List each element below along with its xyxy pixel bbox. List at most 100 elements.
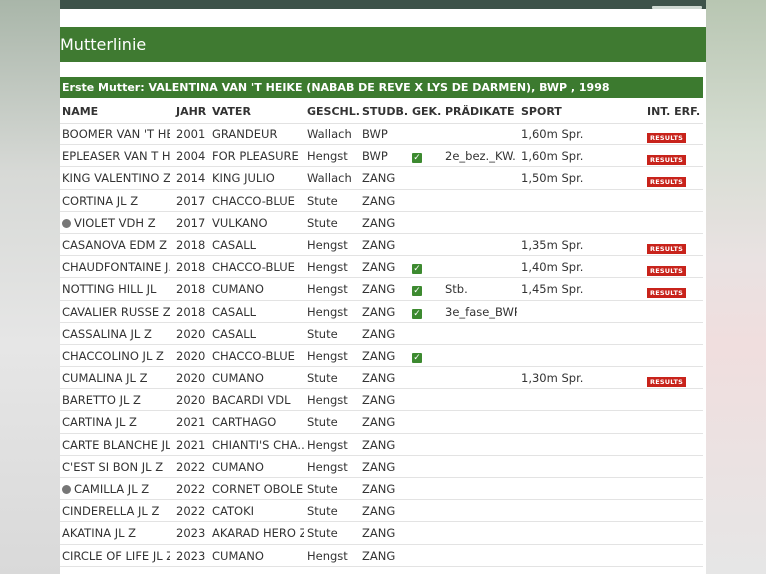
table-row[interactable]: CARTINA JL Z 2021 CARTHAGO Stute ZANG: [60, 411, 703, 434]
sire-name[interactable]: AKARAD HERO Z: [212, 526, 304, 540]
horse-name-text[interactable]: CIRCLE OF LIFE JL Z: [62, 549, 170, 563]
sire-name[interactable]: CHACCO-BLUE: [212, 260, 304, 274]
studbook: ZANG: [362, 393, 396, 408]
horse-name-text[interactable]: CORTINA JL Z: [62, 194, 138, 208]
sire-name[interactable]: CUMANO: [212, 282, 304, 296]
results-button[interactable]: RESULTS: [647, 243, 686, 254]
horse-name-text[interactable]: CARTE BLANCHE JL Z: [62, 438, 170, 452]
table-row[interactable]: CARTE BLANCHE JL Z 2021 CHIANTI'S CHA...He…: [60, 434, 703, 456]
results-button[interactable]: RESULTS: [647, 288, 686, 299]
horse-name-text[interactable]: CHACCOLINO JL Z: [62, 349, 164, 363]
horse-name[interactable]: VIOLET VDH Z: [62, 216, 170, 230]
horse-name[interactable]: BOOMER VAN 'T HE...: [62, 127, 170, 141]
horse-name[interactable]: CASANOVA EDM Z: [62, 238, 170, 252]
col-int-erf[interactable]: INT. ERF.: [647, 105, 700, 118]
table-row[interactable]: KING VALENTINO Z 2014 KING JULIO Wallach ZAN…: [60, 167, 703, 190]
horse-name-text[interactable]: BOOMER VAN 'T HE...: [62, 127, 170, 141]
horse-name-text[interactable]: BARETTO JL Z: [62, 393, 141, 407]
horse-name-text[interactable]: NOTTING HILL JL: [62, 282, 156, 296]
col-name[interactable]: NAME: [62, 105, 98, 118]
results-button[interactable]: RESULTS: [647, 133, 686, 143]
table-row[interactable]: C'EST SI BON JL Z 2022 CUMANO Hengst ZANG: [60, 456, 703, 478]
sire-name[interactable]: CASALL: [212, 305, 304, 319]
table-row[interactable]: CINDERELLA JL Z 2022 CATOKI Stute ZANG: [60, 500, 703, 523]
table-row[interactable]: CORTINA JL Z 2017 CHACCO-BLUE Stute ZANG: [60, 190, 703, 212]
table-row[interactable]: CIRCLE OF LIFE JL Z 2023 CUMANO Hengst ZANG: [60, 545, 703, 567]
horse-name-text[interactable]: CAMILLA JL Z: [74, 482, 149, 496]
table-row[interactable]: CAMILLA JL Z 2022 CORNET OBOLE... Stute ZANG: [60, 478, 703, 501]
col-vater[interactable]: VATER: [212, 105, 251, 118]
horse-name[interactable]: CAMILLA JL Z: [62, 482, 170, 496]
horse-name[interactable]: BARETTO JL Z: [62, 393, 170, 407]
col-sport[interactable]: SPORT: [521, 105, 562, 118]
table-row[interactable]: CHAUDFONTAINE J... 2018 CHACCO-BLUE Hengst Z…: [60, 256, 703, 279]
table-row[interactable]: CASANOVA EDM Z 2018 CASALL Hengst ZANG 1,35m …: [60, 234, 703, 257]
horse-name[interactable]: CARTINA JL Z: [62, 415, 170, 429]
col-praedikate[interactable]: PRÄDIKATE: [445, 105, 514, 118]
sire-name[interactable]: CHACCO-BLUE: [212, 194, 304, 208]
horse-name[interactable]: AKATINA JL Z: [62, 526, 170, 540]
horse-name-text[interactable]: CAVALIER RUSSE Z: [62, 305, 170, 319]
sire-name[interactable]: CHIANTI'S CHA...: [212, 438, 304, 452]
horse-name-text[interactable]: CHAUDFONTAINE J...: [62, 260, 170, 274]
table-row[interactable]: CAVALIER RUSSE Z 2018 CASALL Hengst ZANG ✓ 3e_…: [60, 301, 703, 323]
horse-name[interactable]: CUMALINA JL Z: [62, 371, 170, 385]
sire-name[interactable]: GRANDEUR: [212, 127, 304, 141]
sire-name[interactable]: VULKANO: [212, 216, 304, 230]
birth-year: 2004: [176, 149, 206, 164]
horse-name-text[interactable]: EPLEASER VAN T H...: [62, 149, 170, 163]
col-jahr[interactable]: JAHR: [176, 105, 206, 118]
col-studb[interactable]: STUDB.: [362, 105, 408, 118]
table-row[interactable]: BOOMER VAN 'T HE... 2001 GRANDEURWallach BW…: [60, 123, 703, 146]
sire-name[interactable]: CARTHAGO: [212, 415, 304, 429]
sire-name[interactable]: CUMANO: [212, 371, 304, 385]
horse-name-text[interactable]: CUMALINA JL Z: [62, 371, 148, 385]
table-row[interactable]: CUMALINA JL Z 2020 CUMANO Stute ZANG 1,30m Sp…: [60, 367, 703, 390]
horse-name[interactable]: CAVALIER RUSSE Z: [62, 305, 170, 319]
table-row[interactable]: EPLEASER VAN T H... 2004 FOR PLEASURE Hengs…: [60, 145, 703, 168]
table-row[interactable]: AKATINA JL Z 2023 AKARAD HERO Z Stute ZANG: [60, 522, 703, 545]
horse-name[interactable]: CARTE BLANCHE JL Z: [62, 438, 170, 452]
horse-name[interactable]: CHACCOLINO JL Z: [62, 349, 170, 363]
horse-name-text[interactable]: VIOLET VDH Z: [74, 216, 156, 230]
sire-name[interactable]: BACARDI VDL: [212, 393, 304, 407]
horse-name[interactable]: CIRCLE OF LIFE JL Z: [62, 549, 170, 563]
sire-name[interactable]: CASALL: [212, 327, 304, 341]
birth-year: 2020: [176, 326, 206, 341]
table-row[interactable]: VIOLET VDH Z 2017 VULKANO Stute ZANG: [60, 212, 703, 234]
table-row[interactable]: CHACCOLINO JL Z 2020 CHACCO-BLUE Hengst ZANG…: [60, 345, 703, 368]
table-row[interactable]: BARETTO JL Z 2020 BACARDI VDL Hengst ZANG: [60, 389, 703, 412]
horse-name[interactable]: C'EST SI BON JL Z: [62, 460, 170, 474]
table-row[interactable]: NOTTING HILL JL 2018 CUMANO Hengst ZANG ✓ Stb.…: [60, 278, 703, 301]
table-row[interactable]: CASSALINA JL Z 2020 CASALL Stute ZANG: [60, 323, 703, 345]
horse-name[interactable]: KING VALENTINO Z: [62, 171, 170, 185]
sire-name[interactable]: CUMANO: [212, 549, 304, 563]
horse-name-text[interactable]: CASSALINA JL Z: [62, 327, 152, 341]
horse-name[interactable]: CASSALINA JL Z: [62, 327, 170, 341]
results-button[interactable]: RESULTS: [647, 177, 686, 188]
sire-name[interactable]: KING JULIO: [212, 171, 304, 185]
sire-name[interactable]: CUMANO: [212, 460, 304, 474]
horse-name[interactable]: EPLEASER VAN T H...: [62, 149, 170, 163]
horse-name-text[interactable]: CASANOVA EDM Z: [62, 238, 167, 252]
horse-name[interactable]: CINDERELLA JL Z: [62, 504, 170, 518]
sire-name[interactable]: CORNET OBOLE...: [212, 482, 304, 496]
sire-name[interactable]: FOR PLEASURE: [212, 149, 304, 163]
col-gek[interactable]: GEK.: [412, 105, 441, 118]
horse-name-text[interactable]: CARTINA JL Z: [62, 415, 137, 429]
results-button[interactable]: RESULTS: [647, 155, 686, 166]
results-button[interactable]: RESULTS: [647, 377, 686, 388]
horse-name-text[interactable]: C'EST SI BON JL Z: [62, 460, 163, 474]
horse-name-text[interactable]: CINDERELLA JL Z: [62, 504, 159, 518]
sire-name[interactable]: CATOKI: [212, 504, 304, 518]
sire-name[interactable]: CHACCO-BLUE: [212, 349, 304, 363]
col-geschl[interactable]: GESCHL.: [307, 105, 360, 118]
horse-name-text[interactable]: AKATINA JL Z: [62, 526, 136, 540]
horse-name-text[interactable]: KING VALENTINO Z: [62, 171, 170, 185]
horse-name[interactable]: CORTINA JL Z: [62, 194, 170, 208]
sire-name[interactable]: CASALL: [212, 238, 304, 252]
top-bar-button[interactable]: [652, 6, 702, 9]
horse-name[interactable]: CHAUDFONTAINE J...: [62, 260, 170, 274]
horse-name[interactable]: NOTTING HILL JL: [62, 282, 170, 296]
results-button[interactable]: RESULTS: [647, 266, 686, 277]
